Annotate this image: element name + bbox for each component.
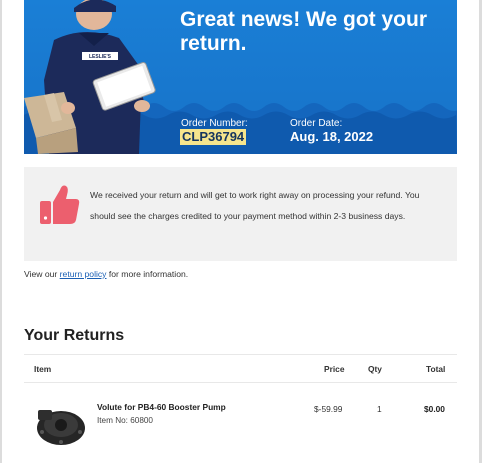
product-item-number: Item No: 60800 (97, 416, 153, 425)
order-date-label: Order Date: (290, 118, 343, 129)
return-received-message: We received your return and will get to … (24, 167, 457, 261)
column-header-item: Item (34, 364, 52, 374)
return-policy-link[interactable]: return policy (60, 269, 107, 279)
window-border-left (0, 0, 2, 463)
divider (24, 382, 457, 383)
product-qty: 1 (377, 404, 382, 414)
product-name: Volute for PB4-60 Booster Pump (97, 402, 226, 412)
message-text: We received your return and will get to … (90, 190, 420, 221)
thumbs-up-icon (40, 185, 80, 224)
hero-banner: LESLIE'S Great news! We got your return.… (24, 0, 457, 154)
divider (24, 354, 457, 355)
policy-prefix: View our (24, 269, 60, 279)
column-header-total: Total (426, 364, 446, 374)
delivery-person-illustration: LESLIE'S (24, 0, 156, 154)
column-header-qty: Qty (368, 364, 382, 374)
product-price: $-59.99 (314, 404, 343, 414)
hero-title: Great news! We got your return. (180, 8, 427, 55)
order-number-label: Order Number: (181, 118, 248, 129)
column-header-price: Price (324, 364, 345, 374)
order-number-value: CLP36794 (180, 129, 247, 145)
policy-note: View our return policy for more informat… (24, 268, 188, 280)
pump-volute-image (37, 410, 85, 445)
shirt-logo: LESLIE'S (89, 54, 112, 60)
policy-suffix: for more information. (106, 269, 189, 279)
product-total: $0.00 (424, 404, 445, 414)
returns-heading: Your Returns (24, 327, 125, 344)
order-date-value: Aug. 18, 2022 (290, 129, 374, 144)
